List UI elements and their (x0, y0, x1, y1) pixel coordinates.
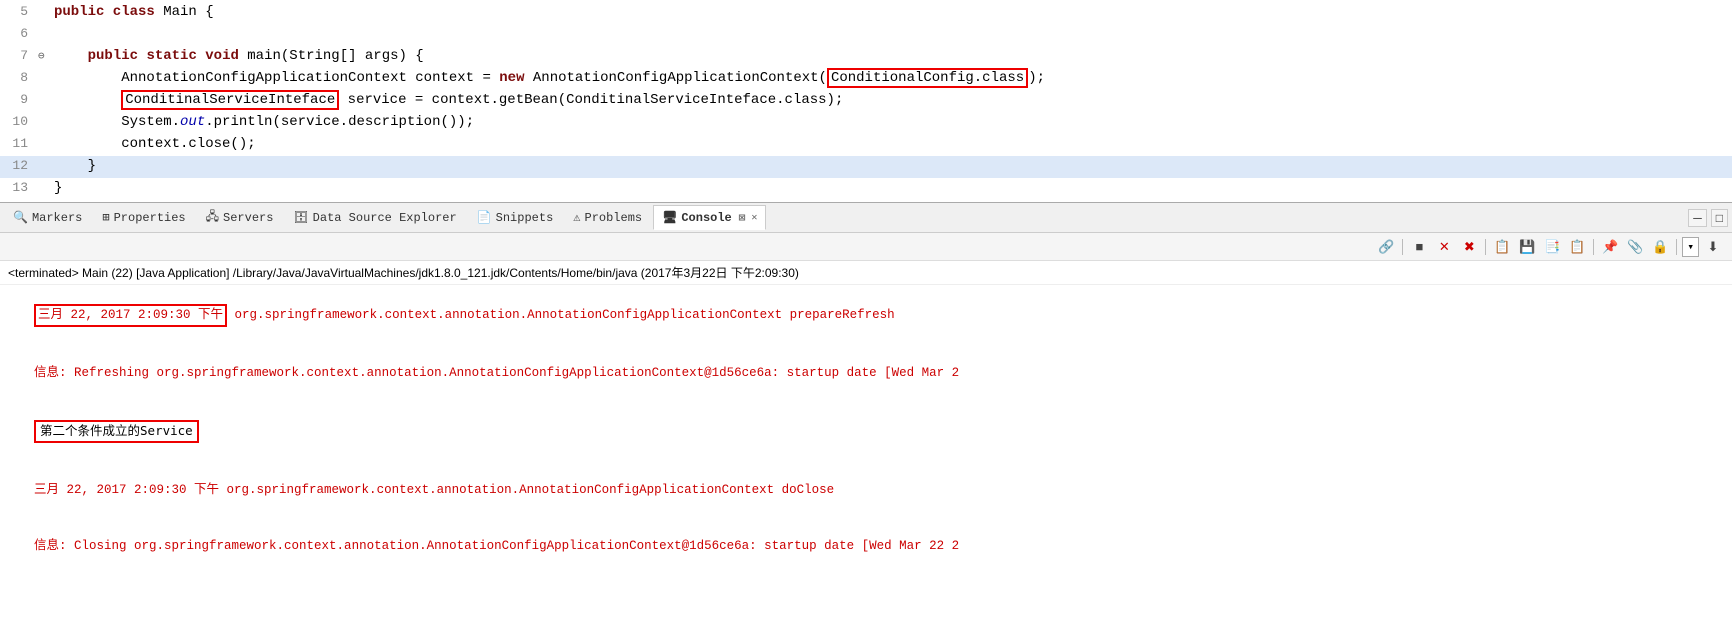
minimize-panel-button[interactable]: ─ (1688, 209, 1707, 227)
datasource-icon: 🗄 (293, 210, 308, 225)
code-line-13: 13 } (0, 178, 1732, 200)
code-text: } (54, 156, 1732, 178)
line-number: 10 (0, 112, 38, 132)
console-line-text: 三月 22, 2017 2:09:30 下午 org.springframewo… (34, 483, 834, 497)
toolbar-sep-3 (1593, 239, 1594, 255)
code-line-10: 10 System.out.println(service.descriptio… (0, 112, 1732, 134)
tab-snippets-label: Snippets (496, 211, 554, 225)
console-line-text: 三月 22, 2017 2:09:30 下午 org.springframewo… (34, 308, 895, 322)
line-number: 5 (0, 2, 38, 22)
tab-datasource[interactable]: 🗄 Data Source Explorer (284, 205, 465, 230)
toolbar-remove-button[interactable]: ✖ (1458, 236, 1480, 258)
view-dropdown-arrow: ▾ (1687, 240, 1694, 254)
toolbar-open-button[interactable]: ⬇ (1702, 236, 1724, 258)
console-line-text: 信息: Closing org.springframework.context.… (34, 539, 959, 553)
code-line-5: 5 public class Main { (0, 2, 1732, 24)
console-status-text: <terminated> Main (22) [Java Application… (8, 266, 799, 280)
tab-snippets[interactable]: 📄 Snippets (468, 205, 563, 230)
problems-icon: ⚠ (573, 210, 580, 225)
code-line-9: 9 ConditinalServiceInteface service = co… (0, 90, 1732, 112)
console-service-output: 第二个条件成立的Service (34, 420, 199, 443)
line-number: 13 (0, 178, 38, 198)
console-line-text: 信息: Refreshing org.springframework.conte… (34, 366, 959, 380)
line-number: 6 (0, 24, 38, 44)
maximize-panel-button[interactable]: □ (1711, 209, 1728, 227)
line-number: 7 (0, 46, 38, 66)
view-dropdown[interactable]: ▾ (1682, 237, 1699, 257)
markers-icon: 🔍 (13, 210, 28, 225)
toolbar-copy-button[interactable]: 📋 (1491, 236, 1513, 258)
code-line-6: 6 (0, 24, 1732, 46)
code-text: System.out.println(service.description()… (54, 112, 1732, 134)
console-tab-close[interactable]: ✕ (751, 212, 757, 224)
line-number: 8 (0, 68, 38, 88)
properties-icon: ⊞ (102, 210, 109, 225)
console-output-line-2: 信息: Refreshing org.springframework.conte… (4, 345, 1728, 401)
line-number: 11 (0, 134, 38, 154)
tab-datasource-label: Data Source Explorer (313, 211, 457, 225)
console-output-line-4: 三月 22, 2017 2:09:30 下午 org.springframewo… (4, 462, 1728, 518)
tab-console-label: Console (681, 211, 731, 225)
code-editor: 5 public class Main { 6 7 ⊖ public stati… (0, 0, 1732, 203)
code-text: AnnotationConfigApplicationContext conte… (54, 68, 1732, 90)
tab-console[interactable]: 🖥 Console ⊠ ✕ (653, 205, 766, 230)
code-line-12: 12 } (0, 156, 1732, 178)
toolbar-paste-button[interactable]: 📑 (1541, 236, 1563, 258)
console-output-line-1: 三月 22, 2017 2:09:30 下午 org.springframewo… (4, 285, 1728, 345)
toolbar-link-button[interactable]: 🔗 (1375, 236, 1397, 258)
toolbar-sep-1 (1402, 239, 1403, 255)
toolbar-pin-button[interactable]: 📌 (1599, 236, 1621, 258)
tab-problems-label: Problems (585, 211, 643, 225)
line-number: 9 (0, 90, 38, 110)
code-text: } (54, 178, 1732, 200)
servers-icon: 🖧 (206, 207, 219, 228)
code-text: ConditinalServiceInteface service = cont… (54, 90, 1732, 112)
fold-arrow[interactable]: ⊖ (38, 49, 54, 66)
toolbar-sep-4 (1676, 239, 1677, 255)
tab-servers-label: Servers (223, 211, 273, 225)
tab-markers-label: Markers (32, 211, 82, 225)
code-text: public static void main(String[] args) { (54, 46, 1732, 68)
toolbar-terminate-button[interactable]: ✕ (1433, 236, 1455, 258)
code-line-7: 7 ⊖ public static void main(String[] arg… (0, 46, 1732, 68)
code-text: context.close(); (54, 134, 1732, 156)
console-toolbar: 🔗 ■ ✕ ✖ 📋 💾 📑 📋 📌 📎 🔒 ▾ ⬇ (0, 233, 1732, 261)
code-line-8: 8 AnnotationConfigApplicationContext con… (0, 68, 1732, 90)
console-output: 三月 22, 2017 2:09:30 下午 org.springframewo… (0, 285, 1732, 574)
tab-properties-label: Properties (114, 211, 186, 225)
console-icon: 🖥 (662, 210, 677, 225)
code-text: public class Main { (54, 2, 1732, 24)
code-line-11: 11 context.close(); (0, 134, 1732, 156)
toolbar-save-button[interactable]: 💾 (1516, 236, 1538, 258)
console-tab-badge: ⊠ (739, 211, 746, 225)
line-number: 12 (0, 156, 38, 176)
bottom-tab-bar: 🔍 Markers ⊞ Properties 🖧 Servers 🗄 Data … (0, 203, 1732, 233)
panel-controls: ─ □ (1688, 209, 1728, 227)
tab-servers[interactable]: 🖧 Servers (197, 202, 283, 233)
tab-properties[interactable]: ⊞ Properties (93, 205, 194, 230)
console-output-line-5: 信息: Closing org.springframework.context.… (4, 518, 1728, 574)
toolbar-stop-button[interactable]: ■ (1408, 236, 1430, 258)
toolbar-sep-2 (1485, 239, 1486, 255)
toolbar-lock-button[interactable]: 🔒 (1649, 236, 1671, 258)
snippets-icon: 📄 (477, 210, 492, 225)
tab-markers[interactable]: 🔍 Markers (4, 205, 91, 230)
toolbar-link2-button[interactable]: 📎 (1624, 236, 1646, 258)
console-status-bar: <terminated> Main (22) [Java Application… (0, 261, 1732, 285)
tab-problems[interactable]: ⚠ Problems (564, 205, 651, 230)
console-output-line-3: 第二个条件成立的Service (4, 402, 1728, 462)
toolbar-clear-button[interactable]: 📋 (1566, 236, 1588, 258)
